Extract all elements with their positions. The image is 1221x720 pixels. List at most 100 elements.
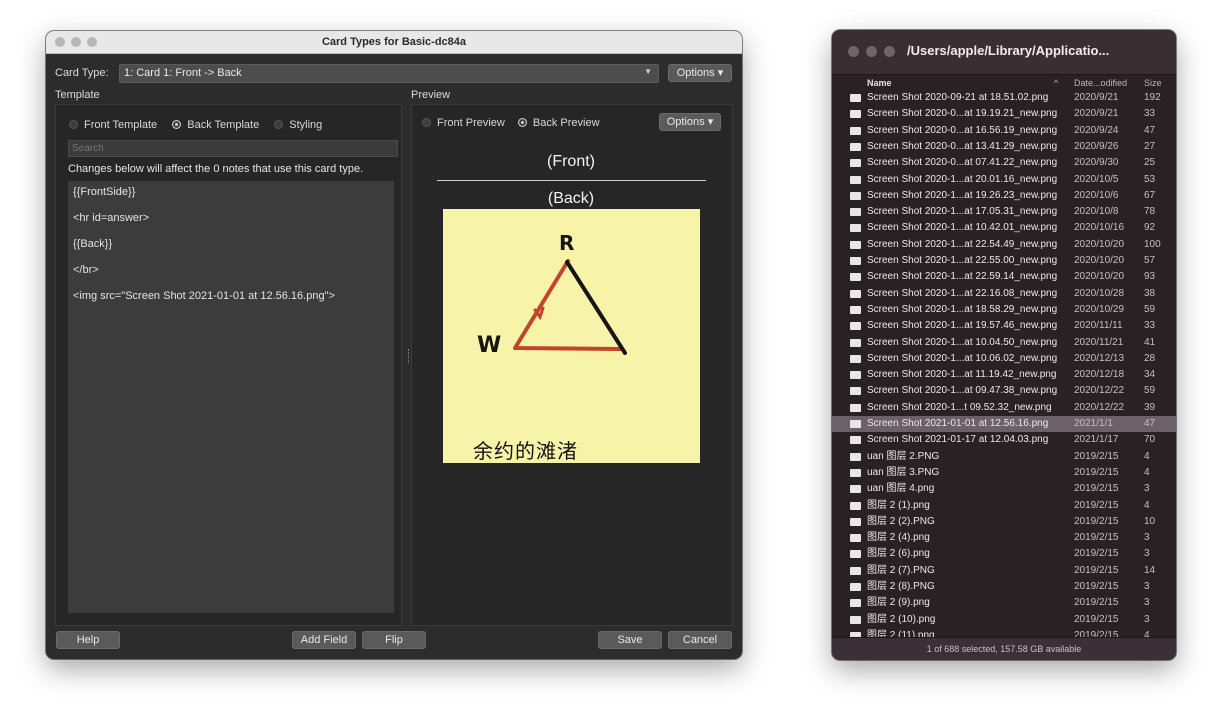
- preview-answer-divider: [437, 180, 706, 181]
- file-row[interactable]: 图层 2 (10).png 2019/2/15 3: [832, 612, 1176, 628]
- file-date: 2020/12/18: [1074, 369, 1125, 381]
- file-size: 10: [1144, 515, 1156, 527]
- add-field-button[interactable]: Add Field: [292, 631, 356, 649]
- cancel-button[interactable]: Cancel: [668, 631, 732, 649]
- file-name: 图层 2 (8).PNG: [867, 581, 935, 592]
- file-row[interactable]: 图层 2 (9).png 2019/2/15 3: [832, 595, 1176, 611]
- tab-back-preview[interactable]: Back Preview: [517, 117, 600, 129]
- file-name: Screen Shot 2020-1...at 22.59.14_new.png: [867, 271, 1058, 283]
- tab-back-template[interactable]: Back Template: [172, 119, 259, 131]
- file-row[interactable]: 图层 2 (1).png 2019/2/15 4: [832, 498, 1176, 514]
- card-type-select[interactable]: 1: Card 1: Front -> Back ▼: [119, 64, 659, 83]
- file-row[interactable]: Screen Shot 2020-1...at 09.47.38_new.png…: [832, 383, 1176, 399]
- file-row[interactable]: Screen Shot 2020-1...at 18.58.29_new.png…: [832, 302, 1176, 318]
- file-name: 图层 2 (9).png: [867, 597, 930, 609]
- window-controls: [55, 37, 103, 47]
- minimize-window-button[interactable]: [71, 37, 81, 47]
- zoom-window-button[interactable]: [87, 37, 97, 47]
- sketch-label-w: W: [477, 333, 502, 358]
- file-date: 2020/11/21: [1074, 336, 1124, 348]
- file-size: 14: [1144, 564, 1156, 576]
- file-name: Screen Shot 2020-1...at 22.16.08_new.png: [867, 287, 1058, 299]
- column-header-size[interactable]: Size: [1144, 75, 1162, 92]
- file-date: 2019/2/15: [1074, 581, 1119, 592]
- file-date: 2020/10/20: [1074, 238, 1125, 250]
- file-name: Screen Shot 2020-1...at 11.19.42_new.png: [867, 369, 1057, 381]
- file-row[interactable]: Screen Shot 2021-01-17 at 12.04.03.png 20…: [832, 432, 1176, 448]
- image-file-icon: [850, 175, 861, 184]
- file-date: 2019/2/15: [1074, 597, 1119, 609]
- file-row[interactable]: Screen Shot 2020-0...at 13.41.29_new.png…: [832, 139, 1176, 155]
- file-name: 图层 2 (1).png: [867, 499, 930, 511]
- file-date: 2020/12/22: [1074, 385, 1125, 397]
- image-file-icon: [850, 566, 861, 575]
- save-button[interactable]: Save: [598, 631, 662, 649]
- file-row[interactable]: Screen Shot 2020-1...at 19.57.46_new.png…: [832, 318, 1176, 334]
- file-row[interactable]: Screen Shot 2020-1...at 11.19.42_new.png…: [832, 367, 1176, 383]
- radio-icon: [274, 119, 284, 129]
- file-row[interactable]: uan 图层 4.png 2019/2/15 3: [832, 481, 1176, 497]
- file-name: Screen Shot 2020-1...at 19.57.46_new.png: [867, 320, 1058, 332]
- card-type-options-button[interactable]: Options ▾: [668, 64, 732, 82]
- template-search-input[interactable]: [68, 140, 398, 157]
- file-row[interactable]: Screen Shot 2020-1...at 10.42.01_new.png…: [832, 220, 1176, 236]
- file-row[interactable]: Screen Shot 2020-0...at 07.41.22_new.png…: [832, 155, 1176, 171]
- image-file-icon: [850, 273, 861, 282]
- file-date: 2019/2/15: [1074, 450, 1119, 462]
- file-row[interactable]: uan 图层 3.PNG 2019/2/15 4: [832, 465, 1176, 481]
- template-heading: Template: [55, 89, 100, 101]
- image-file-icon: [850, 289, 861, 298]
- preview-options-button[interactable]: Options ▾: [659, 113, 721, 131]
- file-size: 4: [1144, 466, 1150, 478]
- file-row[interactable]: Screen Shot 2020-1...at 10.04.50_new.png…: [832, 335, 1176, 351]
- close-window-button[interactable]: [55, 37, 65, 47]
- file-row[interactable]: 图层 2 (2).PNG 2019/2/15 10: [832, 514, 1176, 530]
- image-file-icon: [850, 436, 861, 445]
- file-row[interactable]: Screen Shot 2020-0...at 16.56.19_new.png…: [832, 123, 1176, 139]
- file-row[interactable]: 图层 2 (4).png 2019/2/15 3: [832, 530, 1176, 546]
- file-row[interactable]: Screen Shot 2020-1...t 09.52.32_new.png 2…: [832, 400, 1176, 416]
- file-name: uan 图层 3.PNG: [867, 466, 940, 478]
- file-row[interactable]: 图层 2 (7).PNG 2019/2/15 14: [832, 563, 1176, 579]
- file-name: Screen Shot 2020-09-21 at 18.51.02.png: [867, 92, 1049, 103]
- file-row[interactable]: 图层 2 (8).PNG 2019/2/15 3: [832, 579, 1176, 595]
- file-date: 2020/9/30: [1074, 157, 1119, 169]
- template-line: <hr id=answer>: [73, 212, 150, 224]
- file-row[interactable]: Screen Shot 2020-1...at 19.26.23_new.png…: [832, 188, 1176, 204]
- file-date: 2019/2/15: [1074, 548, 1119, 560]
- file-size: 41: [1144, 336, 1156, 348]
- tab-front-preview[interactable]: Front Preview: [422, 117, 505, 129]
- file-row[interactable]: Screen Shot 2020-1...at 22.54.49_new.png…: [832, 237, 1176, 253]
- tab-front-template[interactable]: Front Template: [69, 119, 157, 131]
- column-header-name[interactable]: Name: [867, 75, 892, 92]
- file-name: 图层 2 (7).PNG: [867, 564, 935, 576]
- file-name: uan 图层 4.png: [867, 483, 935, 495]
- tab-styling[interactable]: Styling: [274, 119, 322, 131]
- image-file-icon: [850, 452, 861, 461]
- file-row[interactable]: Screen Shot 2020-0...at 19.19.21_new.png…: [832, 106, 1176, 122]
- status-bar: 1 of 688 selected, 157.58 GB available: [832, 637, 1176, 660]
- file-size: 27: [1144, 140, 1156, 152]
- file-date: 2019/2/15: [1074, 532, 1119, 544]
- flip-button[interactable]: Flip: [362, 631, 426, 649]
- file-row[interactable]: uan 图层 2.PNG 2019/2/15 4: [832, 449, 1176, 465]
- file-row[interactable]: Screen Shot 2020-1...at 22.55.00_new.png…: [832, 253, 1176, 269]
- file-row[interactable]: Screen Shot 2020-09-21 at 18.51.02.png 20…: [832, 92, 1176, 106]
- file-row[interactable]: Screen Shot 2020-1...at 17.05.31_new.png…: [832, 204, 1176, 220]
- file-row[interactable]: Screen Shot 2020-1...at 10.06.02_new.png…: [832, 351, 1176, 367]
- file-name: Screen Shot 2020-1...at 22.55.00_new.png: [867, 255, 1058, 266]
- template-code: {{FrontSide}} <hr id=answer> {{Back}} </…: [73, 181, 391, 611]
- file-row[interactable]: 图层 2 (6).png 2019/2/15 3: [832, 546, 1176, 562]
- file-row[interactable]: Screen Shot 2021-01-01 at 12.56.16.png 20…: [832, 416, 1176, 432]
- file-row[interactable]: Screen Shot 2020-1...at 22.59.14_new.png…: [832, 269, 1176, 285]
- image-file-icon: [850, 599, 861, 608]
- file-size: 57: [1144, 255, 1156, 266]
- file-row[interactable]: Screen Shot 2020-1...at 20.01.16_new.png…: [832, 172, 1176, 188]
- file-name: Screen Shot 2020-1...at 10.06.02_new.png: [867, 352, 1058, 364]
- template-line: {{Back}}: [73, 238, 113, 250]
- file-row[interactable]: Screen Shot 2020-1...at 22.16.08_new.png…: [832, 286, 1176, 302]
- file-date: 2020/12/13: [1074, 352, 1125, 364]
- help-button[interactable]: Help: [56, 631, 120, 649]
- column-header-date[interactable]: Date...odified: [1074, 75, 1127, 92]
- template-editor[interactable]: {{FrontSide}} <hr id=answer> {{Back}} </…: [68, 181, 394, 613]
